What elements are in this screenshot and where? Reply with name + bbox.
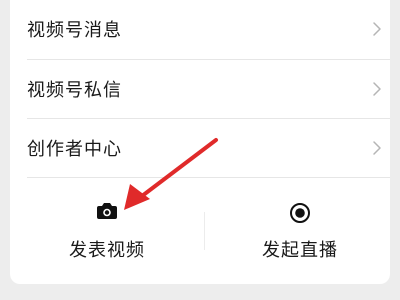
menu-item-creator-center[interactable]: 创作者中心 — [10, 119, 390, 177]
menu-item-label: 创作者中心 — [27, 139, 122, 160]
publish-video-button[interactable]: 发表视频 — [12, 190, 202, 275]
start-live-button[interactable]: 发起直播 — [205, 190, 395, 275]
live-record-icon — [290, 203, 310, 223]
menu-item-channels-messages[interactable]: 视频号消息 — [10, 0, 390, 58]
chevron-right-icon — [373, 141, 381, 155]
publish-video-label: 发表视频 — [69, 240, 145, 261]
chevron-right-icon — [373, 82, 381, 96]
menu-item-label: 视频号消息 — [27, 20, 122, 41]
divider — [27, 177, 390, 178]
menu-item-channels-private-messages[interactable]: 视频号私信 — [10, 60, 390, 118]
camera-icon — [97, 203, 117, 219]
channels-menu-card: 视频号消息 视频号私信 创作者中心 发表视频 发起直播 — [10, 0, 390, 284]
chevron-right-icon — [373, 22, 381, 36]
menu-item-label: 视频号私信 — [27, 80, 122, 101]
start-live-label: 发起直播 — [262, 240, 338, 261]
